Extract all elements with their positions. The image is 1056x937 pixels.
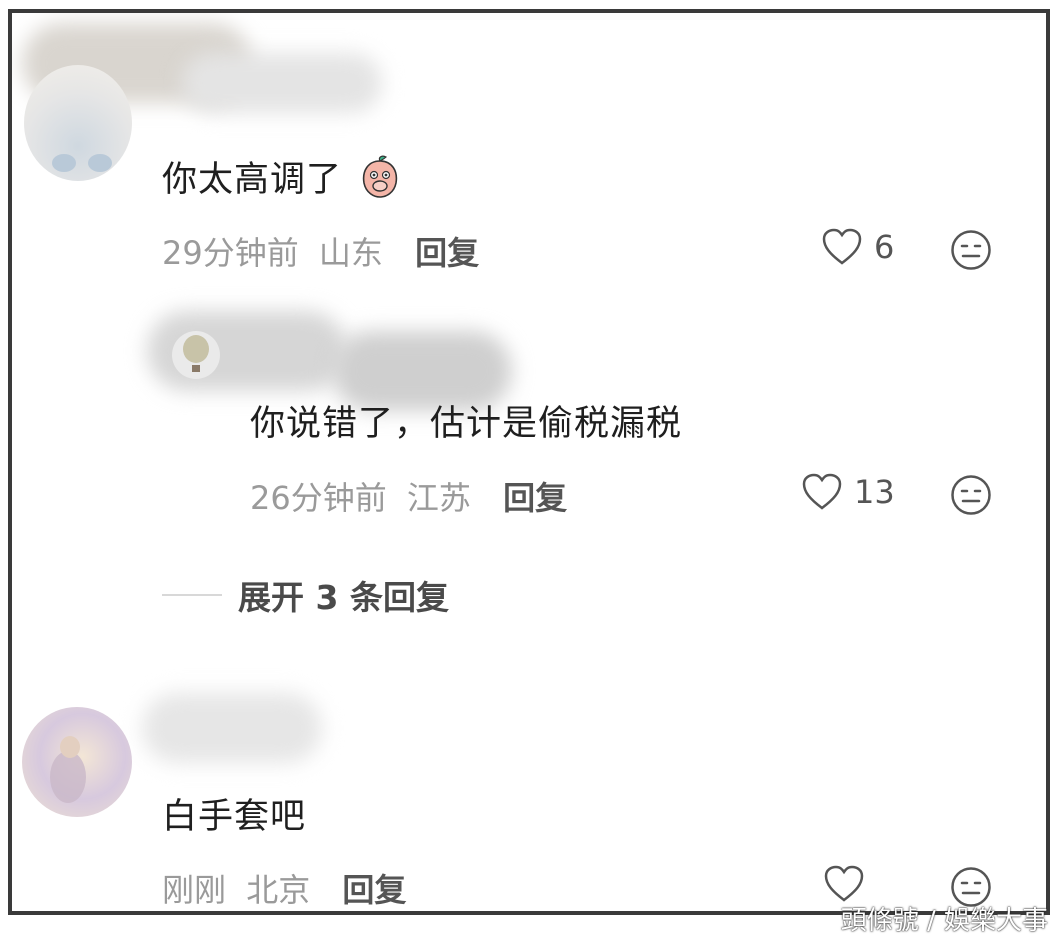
comment-section: 你太高调了 29分钟前 山东 回复 6 你说错了，估计是偷税漏税 26分钟前 江…: [8, 9, 1050, 915]
comment-text: 你太高调了: [162, 151, 402, 208]
comment-meta: 刚刚 北京 回复: [162, 865, 406, 911]
dislike-button[interactable]: [950, 229, 992, 275]
comment-location: 江苏: [406, 479, 471, 517]
expand-replies-button[interactable]: 展开 3 条回复: [162, 571, 449, 619]
avatar[interactable]: [24, 65, 132, 181]
like-count: 13: [854, 473, 895, 511]
neutral-face-icon: [951, 230, 991, 270]
comment-text: 白手套吧: [162, 797, 307, 837]
comment-time: 29分钟前: [162, 234, 299, 272]
expand-replies-label: 展开 3 条回复: [238, 578, 449, 617]
dislike-button[interactable]: [950, 474, 992, 520]
comment-time: 26分钟前: [250, 479, 387, 517]
neutral-face-icon: [951, 475, 991, 515]
balloon-avatar-image: [183, 335, 209, 372]
like-button[interactable]: 6: [822, 228, 894, 266]
reply-button[interactable]: 回复: [503, 479, 567, 517]
like-button[interactable]: [824, 865, 876, 903]
comment-meta: 26分钟前 江苏 回复: [250, 473, 567, 519]
heart-outline-icon: [824, 865, 864, 902]
comment-location: 山东: [318, 234, 383, 272]
divider-line: [162, 594, 222, 596]
comment-time: 刚刚: [162, 871, 227, 909]
comment-text: 你说错了，估计是偷税漏税: [250, 404, 683, 444]
comment-meta: 29分钟前 山东 回复: [162, 228, 479, 274]
comment-location: 北京: [246, 871, 311, 909]
reply-button[interactable]: 回复: [342, 871, 406, 909]
like-count: 6: [874, 228, 895, 266]
blurred-username: [142, 693, 322, 763]
avatar[interactable]: [172, 331, 220, 379]
heart-outline-icon: [822, 228, 862, 265]
peach-covering-mouth-emoji-icon: [358, 155, 402, 208]
watermark: 頭條號 / 娛樂大事: [840, 906, 1048, 936]
reply-button[interactable]: 回复: [415, 234, 479, 272]
avatar-image: [50, 736, 86, 803]
avatar[interactable]: [22, 707, 132, 817]
blurred-username-extra: [182, 53, 382, 113]
heart-outline-icon: [802, 473, 842, 510]
avatar-image: [52, 154, 112, 172]
like-button[interactable]: 13: [802, 473, 895, 511]
